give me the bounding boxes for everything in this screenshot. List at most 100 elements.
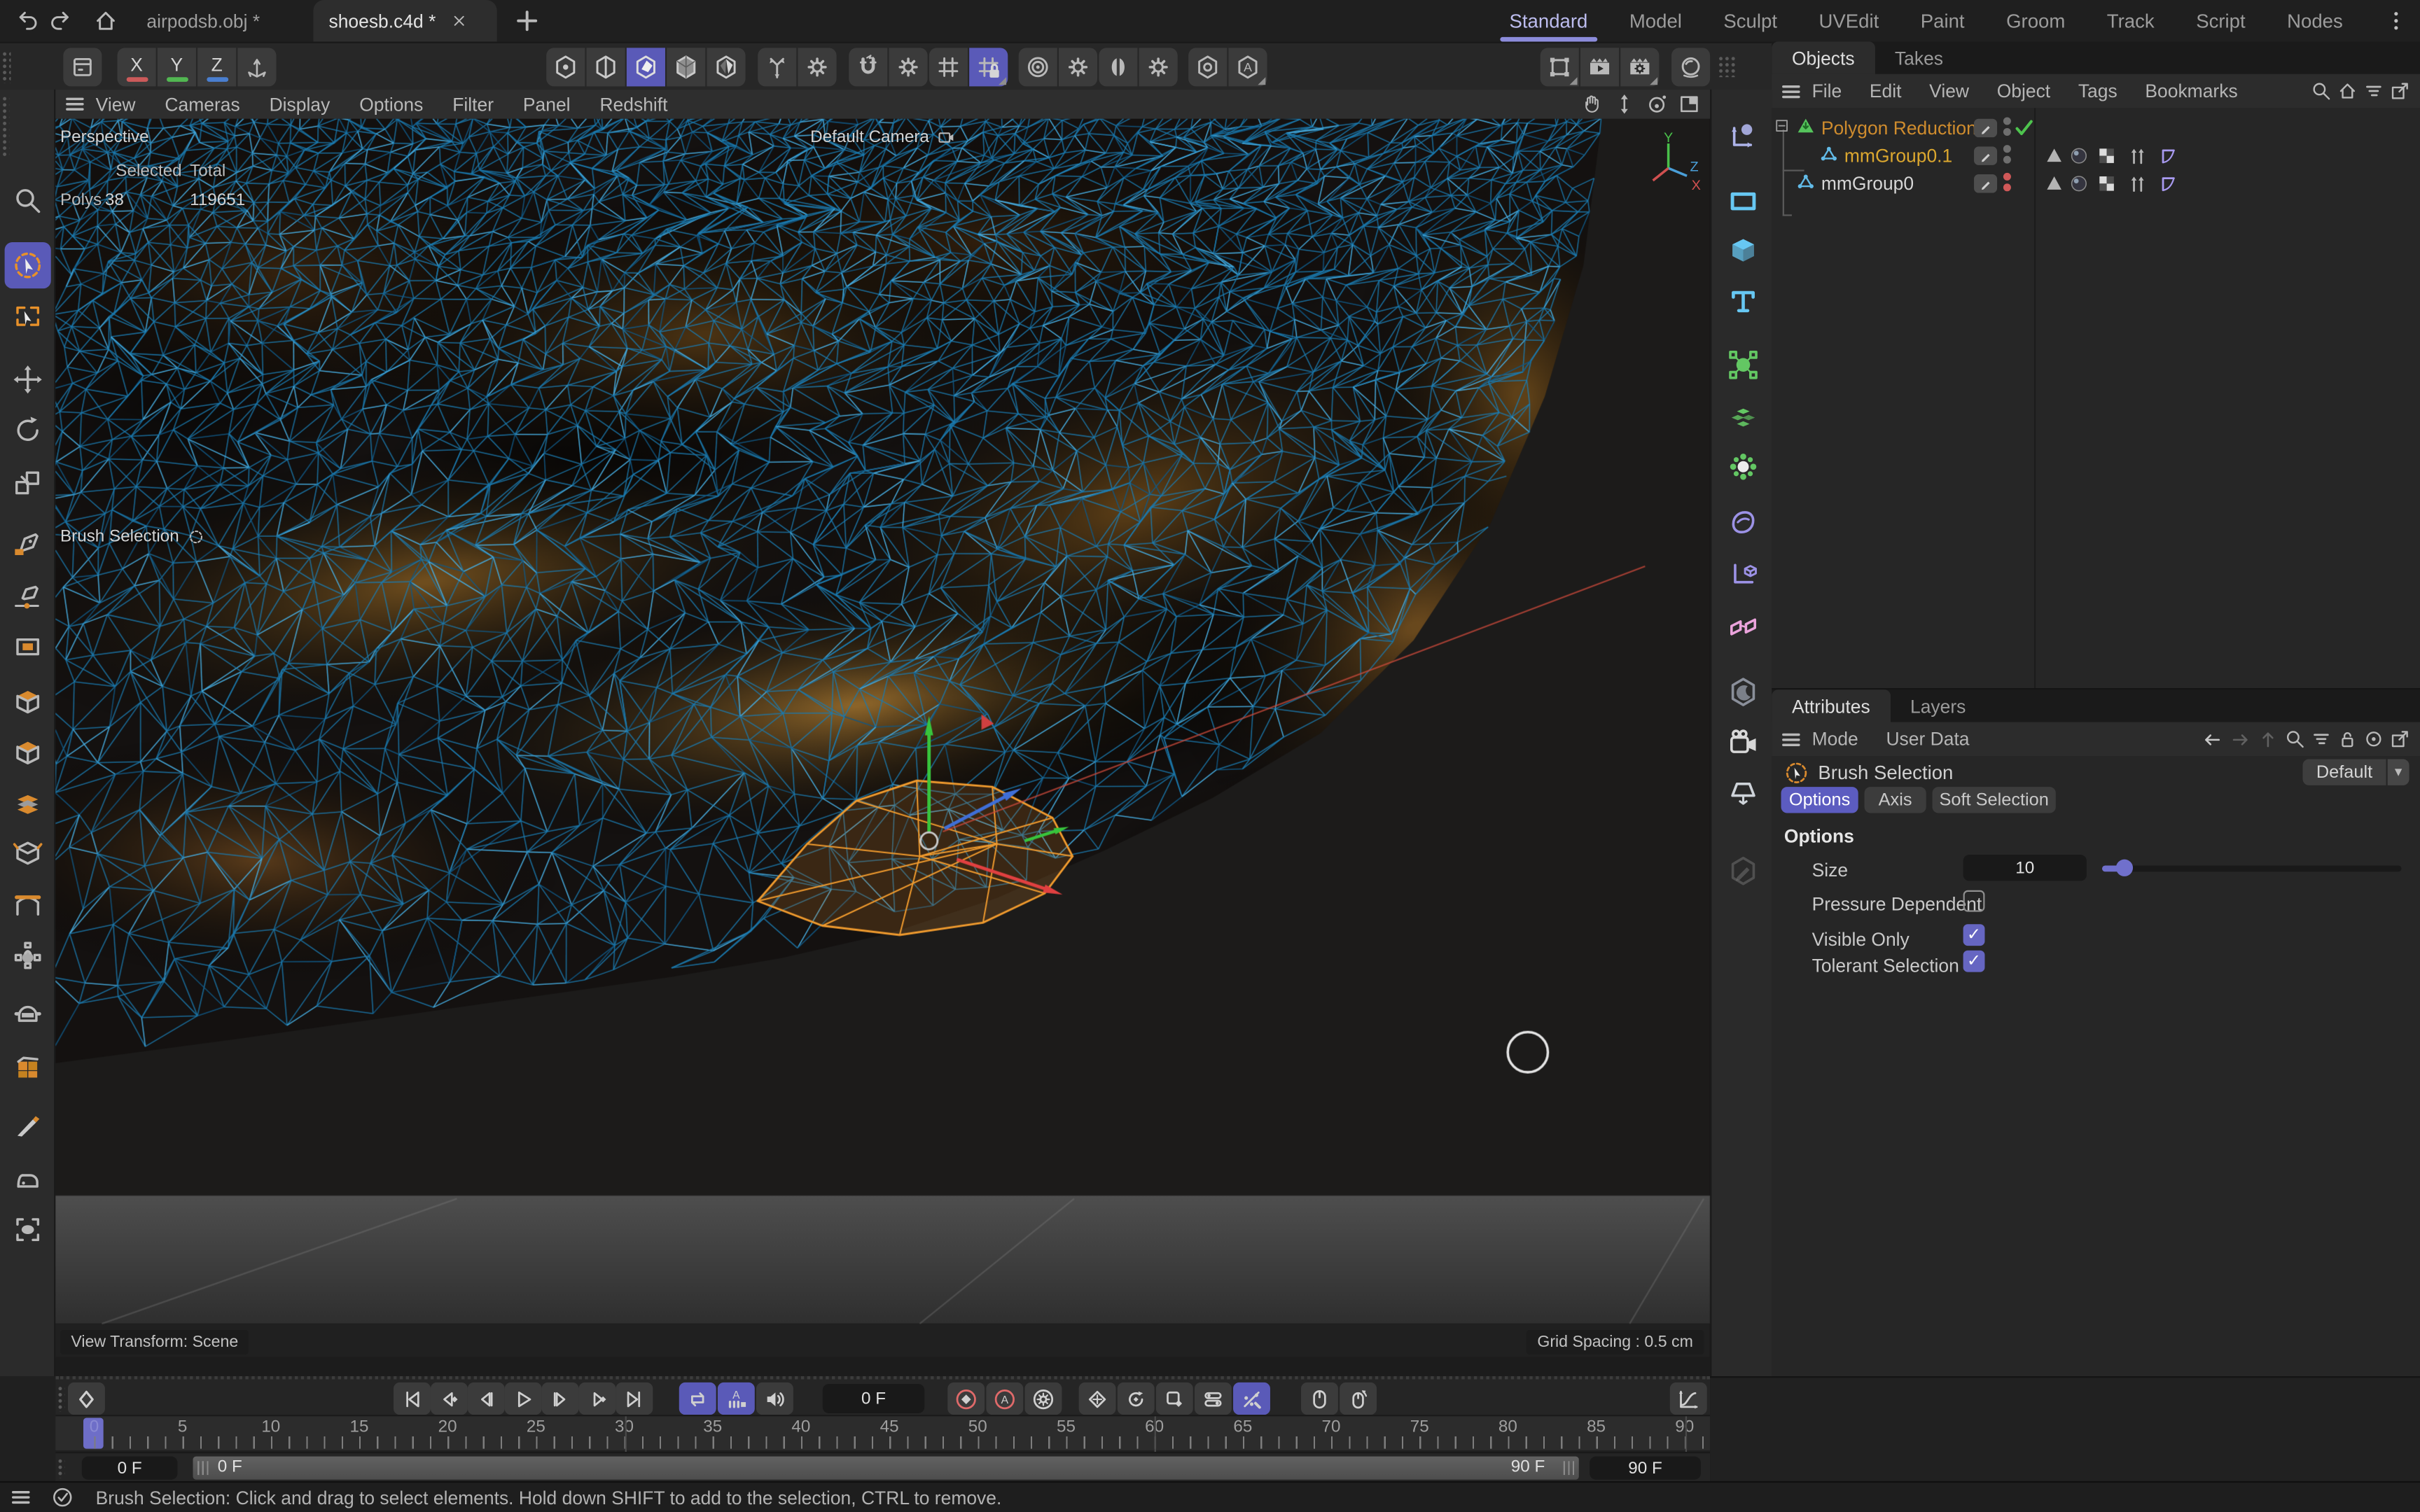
status-menu-icon[interactable] xyxy=(9,1486,32,1509)
toolbar-grip-right[interactable] xyxy=(1718,55,1736,77)
goto-end-button[interactable] xyxy=(616,1382,653,1415)
undo-icon[interactable] xyxy=(13,6,42,36)
parent-object-icon[interactable] xyxy=(2256,727,2279,750)
ruler-frame-85[interactable]: 85 xyxy=(1578,1418,1615,1436)
mograph-cloner-button[interactable] xyxy=(1719,443,1765,489)
scene-nodes-button[interactable] xyxy=(1719,550,1765,596)
maximize-view-icon[interactable] xyxy=(1678,92,1701,115)
attributes-menu-user-data[interactable]: User Data xyxy=(1886,728,1969,750)
mouse-record-button[interactable] xyxy=(1301,1382,1338,1415)
range-bar-left-grip[interactable] xyxy=(197,1461,208,1475)
more-layouts-icon[interactable] xyxy=(2384,9,2407,32)
camera-button[interactable] xyxy=(1719,719,1765,765)
attributes-menu-icon[interactable] xyxy=(1779,727,1802,750)
document-tab-airpodsb[interactable]: airpodsb.obj * xyxy=(146,0,260,42)
ruler-frame-55[interactable]: 55 xyxy=(1048,1418,1085,1436)
objects-menu-object[interactable]: Object xyxy=(1997,80,2050,102)
previous-frame-button[interactable] xyxy=(468,1382,505,1415)
ruler-frame-20[interactable]: 20 xyxy=(429,1418,466,1436)
layout-tab-groom[interactable]: Groom xyxy=(2006,0,2065,42)
tab-objects[interactable]: Objects xyxy=(1772,42,1875,74)
remesh-tool-button[interactable] xyxy=(5,1044,51,1091)
solo-off-button[interactable] xyxy=(1188,48,1227,86)
spline-primitive-button[interactable] xyxy=(1719,177,1765,223)
objects-menu-view[interactable]: View xyxy=(1929,80,1969,102)
viewport-menu-redshift[interactable]: Redshift xyxy=(599,93,667,115)
object-row-mmgroup0[interactable]: mmGroup0 xyxy=(1772,169,2420,197)
edit-toggle-icon[interactable] xyxy=(1974,174,1997,192)
viewport-canvas[interactable] xyxy=(55,119,1710,1358)
record-parameter-button[interactable] xyxy=(1195,1382,1232,1415)
symmetry-button[interactable] xyxy=(1099,48,1137,86)
filter-icon[interactable] xyxy=(2363,80,2384,102)
visibility-dots[interactable] xyxy=(2002,173,2011,191)
iron-tool-button[interactable] xyxy=(5,1156,51,1202)
viewport-menu-cameras[interactable]: Cameras xyxy=(165,93,239,115)
ruler-frame-80[interactable]: 80 xyxy=(1489,1418,1527,1436)
layout-tab-sculpt[interactable]: Sculpt xyxy=(1723,0,1777,42)
symmetry-settings-button[interactable] xyxy=(1139,48,1178,86)
rectangle-selection-tool-button[interactable] xyxy=(5,293,51,340)
object-row-polygon-reduction[interactable]: Polygon Reduction xyxy=(1772,114,2420,142)
tag-phong-icon[interactable] xyxy=(2157,145,2179,167)
visible-only-checkbox[interactable]: ✓ xyxy=(1963,924,1985,946)
quantize-button[interactable] xyxy=(929,48,968,86)
visibility-dots[interactable] xyxy=(2002,118,2011,136)
attributes-menu-mode[interactable]: Mode xyxy=(1812,728,1858,750)
object-row-mmgroup0-1[interactable]: mmGroup0.1 xyxy=(1772,142,2420,170)
tag-material-icon[interactable] xyxy=(2068,145,2089,167)
cube-primitive-button[interactable] xyxy=(1719,227,1765,273)
layout-tab-nodes[interactable]: Nodes xyxy=(2287,0,2343,42)
render-view-button[interactable] xyxy=(1580,48,1619,86)
home-filter-icon[interactable] xyxy=(2337,80,2358,102)
range-end-field[interactable]: 90 F xyxy=(1590,1457,1701,1480)
search-icon[interactable] xyxy=(2311,80,2332,102)
tag-material-icon[interactable] xyxy=(2068,173,2089,195)
lock-z-axis-button[interactable]: Z xyxy=(197,48,236,86)
spline-pen-button[interactable] xyxy=(1719,111,1765,158)
knife-tool-button[interactable] xyxy=(5,1103,51,1149)
generator-object-icon[interactable] xyxy=(1795,115,1816,137)
preview-range-bar[interactable]: 0 F 90 F xyxy=(193,1457,1579,1480)
history-back-icon[interactable] xyxy=(2201,727,2224,750)
objects-menu-bookmarks[interactable]: Bookmarks xyxy=(2145,80,2237,102)
ruler-frame-0[interactable]: 0 xyxy=(76,1418,113,1436)
frame-selected-tool-button[interactable] xyxy=(5,1207,51,1253)
keyframe-diamond-button[interactable] xyxy=(68,1382,105,1415)
section-tab-options[interactable]: Options xyxy=(1781,787,1858,813)
tolerant-selection-checkbox[interactable]: ✓ xyxy=(1963,951,1985,972)
tube-tool-button[interactable] xyxy=(5,623,51,669)
popout-icon[interactable] xyxy=(2389,80,2411,102)
points-mode-button[interactable] xyxy=(546,48,585,86)
weight-tool-button[interactable] xyxy=(5,932,51,978)
tab-layers[interactable]: Layers xyxy=(1890,690,1986,722)
tab-takes[interactable]: Takes xyxy=(1875,42,1963,74)
tag-triangle-icon[interactable] xyxy=(2043,145,2065,167)
render-region-button[interactable] xyxy=(1541,48,1579,86)
live-selection-tool-button[interactable] xyxy=(5,242,51,288)
modeling-settings-button[interactable] xyxy=(1019,48,1057,86)
keyframe-settings-button[interactable] xyxy=(1025,1382,1062,1415)
tag-normals-icon[interactable] xyxy=(2127,145,2148,167)
layout-tab-script[interactable]: Script xyxy=(2196,0,2245,42)
mesh-object-icon[interactable] xyxy=(1795,172,1816,193)
visibility-dots[interactable] xyxy=(2002,145,2011,163)
material-pencil-button[interactable] xyxy=(1719,847,1765,893)
viewport-menu-display[interactable]: Display xyxy=(270,93,331,115)
layout-tab-uvedit[interactable]: UVEdit xyxy=(1819,0,1879,42)
extrude-tool-button[interactable] xyxy=(5,830,51,876)
redo-icon[interactable] xyxy=(46,6,76,36)
lock-y-axis-button[interactable]: Y xyxy=(158,48,196,86)
layout-tab-paint[interactable]: Paint xyxy=(1921,0,1965,42)
document-tab-shoesb[interactable]: shoesb.c4d * xyxy=(313,0,496,42)
previous-key-button[interactable] xyxy=(431,1382,468,1415)
modeling-settings-gear-button[interactable] xyxy=(1059,48,1097,86)
axis-mode-button[interactable] xyxy=(758,48,796,86)
material-manager-button[interactable] xyxy=(1671,48,1710,86)
edges-mode-button[interactable] xyxy=(587,48,625,86)
objects-menu-file[interactable]: File xyxy=(1812,80,1842,102)
close-polygon-tool-button[interactable] xyxy=(5,730,51,776)
scale-tool-button[interactable] xyxy=(5,460,51,506)
section-tab-soft-selection[interactable]: Soft Selection xyxy=(1933,787,2056,813)
tag-uvw-icon[interactable] xyxy=(2096,173,2118,195)
